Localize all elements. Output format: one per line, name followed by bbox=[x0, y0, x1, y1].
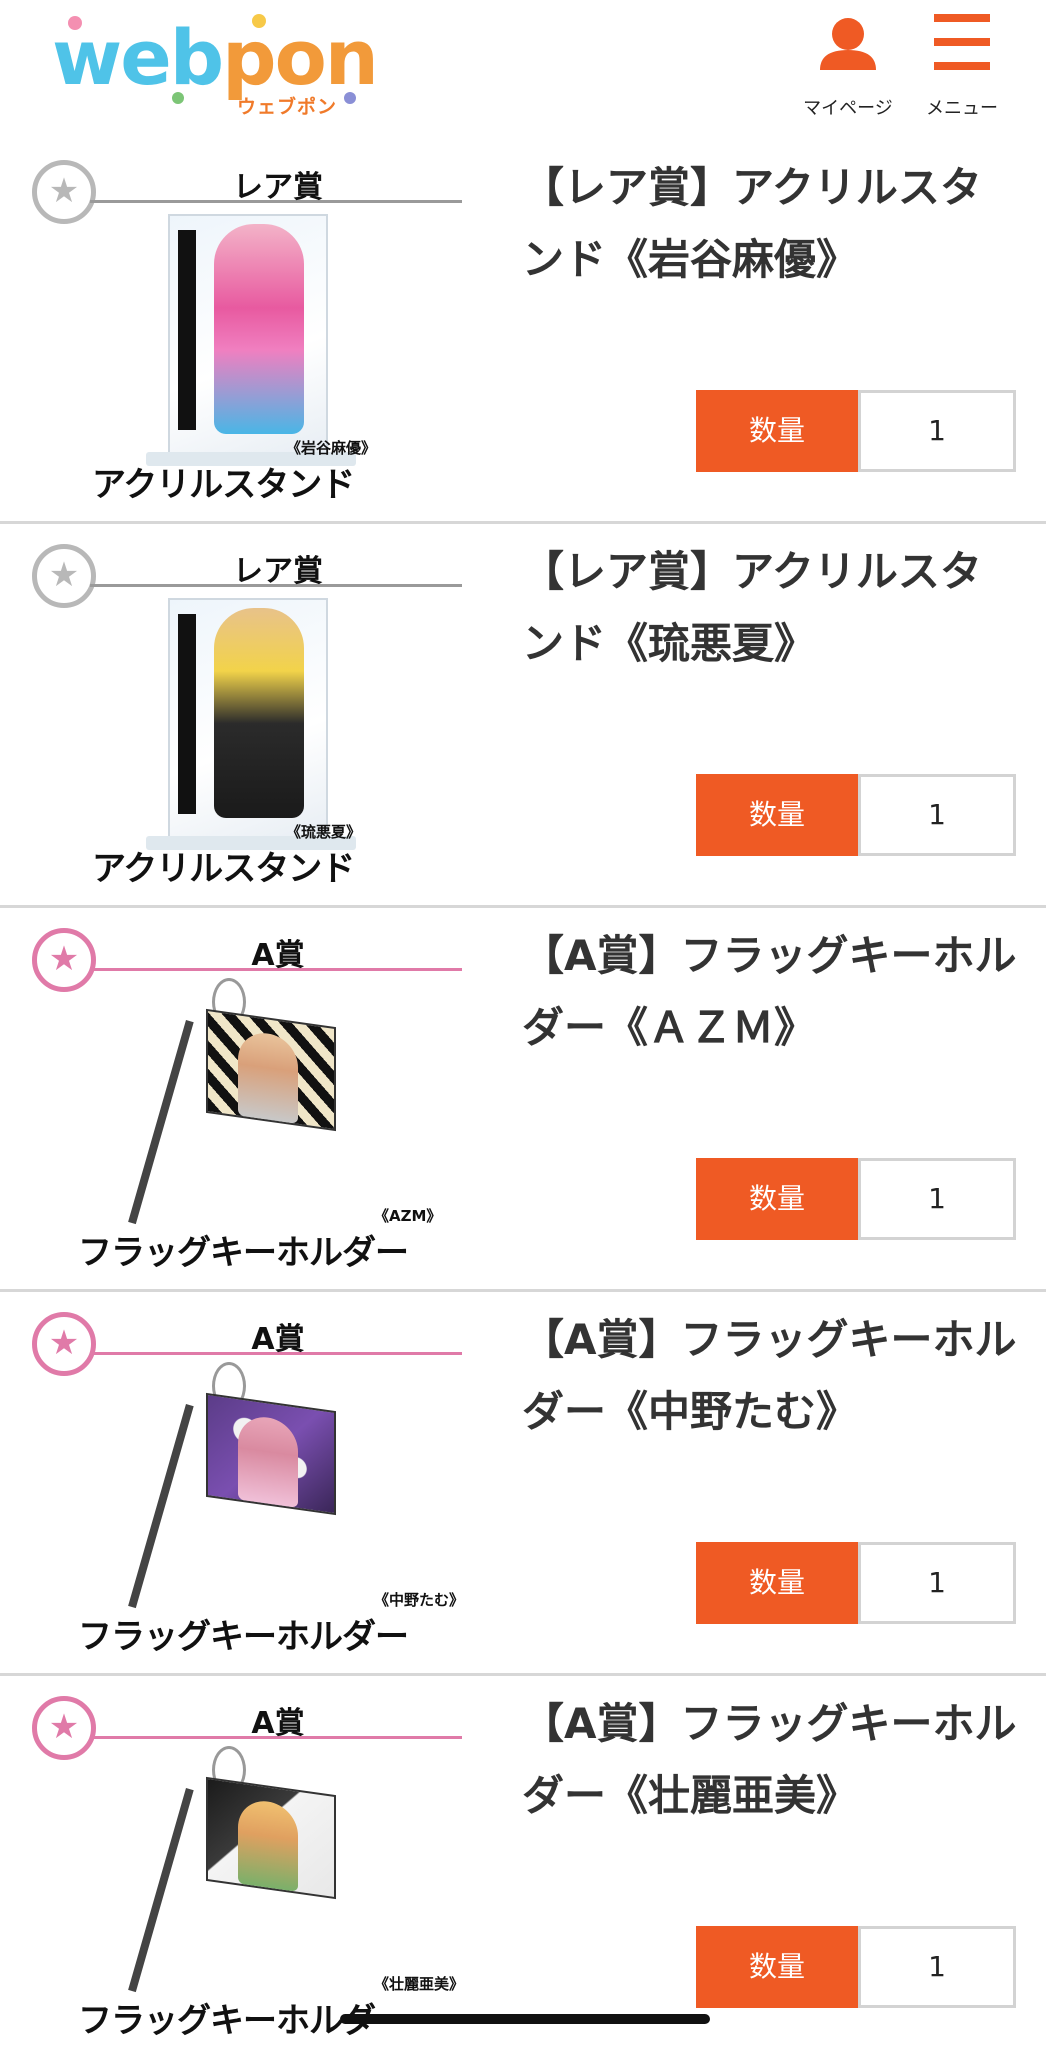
stand-name-bar bbox=[178, 614, 196, 814]
quantity-control: 数量 1 bbox=[696, 774, 1016, 856]
flag-photo bbox=[206, 1776, 336, 1900]
item-name-small: 《琉悪夏》 bbox=[286, 823, 362, 841]
item-name-small: 《岩谷麻優》 bbox=[286, 439, 377, 457]
quantity-control: 数量 1 bbox=[696, 1542, 1016, 1624]
logo-dot bbox=[68, 16, 82, 30]
logo-dot bbox=[252, 14, 266, 28]
flag-photo bbox=[206, 1392, 336, 1516]
flag-pole bbox=[128, 1020, 194, 1225]
logo-wordmark: webpon bbox=[52, 13, 379, 102]
menu-label: メニュー bbox=[926, 98, 998, 119]
acrylic-stand-photo bbox=[168, 598, 328, 838]
wrestler-figure bbox=[214, 608, 304, 818]
quantity-input[interactable]: 1 bbox=[858, 1158, 1016, 1240]
product-row: ★ レア賞 《岩谷麻優》 アクリルスタンド 【レア賞】アクリルスタンド《岩谷麻優… bbox=[0, 140, 1046, 524]
wrestler-figure bbox=[214, 224, 304, 434]
site-header: webpon ウェブポン マイページ メニュー bbox=[0, 0, 1046, 140]
flag-pole bbox=[128, 1788, 194, 1993]
logo-subtitle: ウェブポン bbox=[237, 96, 338, 118]
quantity-input[interactable]: 1 bbox=[858, 390, 1016, 472]
star-icon: ★ bbox=[48, 555, 80, 595]
star-icon: ★ bbox=[48, 1323, 80, 1363]
quantity-label: 数量 bbox=[696, 1926, 858, 2008]
product-title[interactable]: 【A賞】フラッグキーホルダー《ＡＺＭ》 bbox=[522, 920, 1022, 1064]
acrylic-stand-photo bbox=[168, 214, 328, 454]
product-title[interactable]: 【A賞】フラッグキーホルダー《中野たむ》 bbox=[522, 1304, 1022, 1448]
product-row: ★ A賞 《中野たむ》 フラッグキーホルダー 【A賞】フラッグキーホルダー《中野… bbox=[0, 1292, 1046, 1676]
product-row: ★ レア賞 《琉悪夏》 アクリルスタンド 【レア賞】アクリルスタンド《琉悪夏》 … bbox=[0, 524, 1046, 908]
quantity-label: 数量 bbox=[696, 1158, 858, 1240]
rank-label: レア賞 bbox=[233, 170, 323, 205]
rank-label: レア賞 bbox=[233, 554, 323, 589]
rank-badge: ★ bbox=[32, 1696, 96, 1760]
hamburger-menu-icon bbox=[934, 14, 990, 70]
product-row: ★ A賞 《AZM》 フラッグキーホルダー 【A賞】フラッグキーホルダー《ＡＺＭ… bbox=[0, 908, 1046, 1292]
product-row: ★ A賞 《壮麗亜美》 フラッグキーホルダー 【A賞】フラッグキーホルダー《壮麗… bbox=[0, 1676, 1046, 2048]
item-name-big: フラッグキーホルダー bbox=[78, 1233, 409, 1273]
rank-label: A賞 bbox=[251, 938, 305, 973]
quantity-label: 数量 bbox=[696, 1542, 858, 1624]
wrestler-portrait bbox=[238, 1029, 298, 1124]
item-name-small: 《AZM》 bbox=[374, 1207, 442, 1225]
rank-label: A賞 bbox=[251, 1322, 305, 1357]
product-title[interactable]: 【レア賞】アクリルスタンド《琉悪夏》 bbox=[522, 536, 1022, 680]
item-name-big: フラッグキーホルダー bbox=[78, 1617, 409, 1657]
star-icon: ★ bbox=[48, 939, 80, 979]
quantity-control: 数量 1 bbox=[696, 1926, 1016, 2008]
person-icon bbox=[820, 18, 876, 70]
product-image[interactable]: ★ A賞 《AZM》 フラッグキーホルダー bbox=[28, 920, 468, 1273]
quantity-input[interactable]: 1 bbox=[858, 1926, 1016, 2008]
quantity-label: 数量 bbox=[696, 774, 858, 856]
star-icon: ★ bbox=[48, 1707, 80, 1747]
wrestler-portrait bbox=[238, 1797, 298, 1892]
logo-dot bbox=[172, 92, 184, 104]
product-image[interactable]: ★ レア賞 《琉悪夏》 アクリルスタンド bbox=[28, 536, 468, 889]
product-title[interactable]: 【A賞】フラッグキーホルダー《壮麗亜美》 bbox=[522, 1688, 1022, 1832]
star-icon: ★ bbox=[48, 171, 80, 211]
home-indicator[interactable] bbox=[340, 2014, 710, 2024]
rank-badge: ★ bbox=[32, 544, 96, 608]
mypage-label: マイページ bbox=[803, 98, 893, 119]
rank-badge: ★ bbox=[32, 928, 96, 992]
item-name-big: アクリルスタンド bbox=[92, 465, 355, 505]
flag-photo bbox=[206, 1008, 336, 1132]
item-name-small: 《壮麗亜美》 bbox=[374, 1975, 465, 1993]
flag-pole bbox=[128, 1404, 194, 1609]
webpon-logo[interactable]: webpon ウェブポン bbox=[52, 14, 379, 118]
mypage-button[interactable]: マイページ bbox=[798, 10, 898, 120]
quantity-label: 数量 bbox=[696, 390, 858, 472]
rank-badge: ★ bbox=[32, 1312, 96, 1376]
wrestler-portrait bbox=[238, 1413, 298, 1508]
logo-dot bbox=[344, 92, 356, 104]
stand-name-bar bbox=[178, 230, 196, 430]
quantity-control: 数量 1 bbox=[696, 1158, 1016, 1240]
menu-button[interactable]: メニュー bbox=[912, 10, 1012, 120]
product-image[interactable]: ★ レア賞 《岩谷麻優》 アクリルスタンド bbox=[28, 152, 468, 505]
quantity-control: 数量 1 bbox=[696, 390, 1016, 472]
product-title[interactable]: 【レア賞】アクリルスタンド《岩谷麻優》 bbox=[522, 152, 1022, 296]
quantity-input[interactable]: 1 bbox=[858, 774, 1016, 856]
product-image[interactable]: ★ A賞 《壮麗亜美》 フラッグキーホルダー bbox=[28, 1688, 468, 2041]
item-name-big: アクリルスタンド bbox=[92, 849, 355, 889]
rank-label: A賞 bbox=[251, 1706, 305, 1741]
rank-badge: ★ bbox=[32, 160, 96, 224]
product-image[interactable]: ★ A賞 《中野たむ》 フラッグキーホルダー bbox=[28, 1304, 468, 1657]
item-name-small: 《中野たむ》 bbox=[374, 1591, 465, 1609]
quantity-input[interactable]: 1 bbox=[858, 1542, 1016, 1624]
product-list: ★ レア賞 《岩谷麻優》 アクリルスタンド 【レア賞】アクリルスタンド《岩谷麻優… bbox=[0, 140, 1046, 2048]
